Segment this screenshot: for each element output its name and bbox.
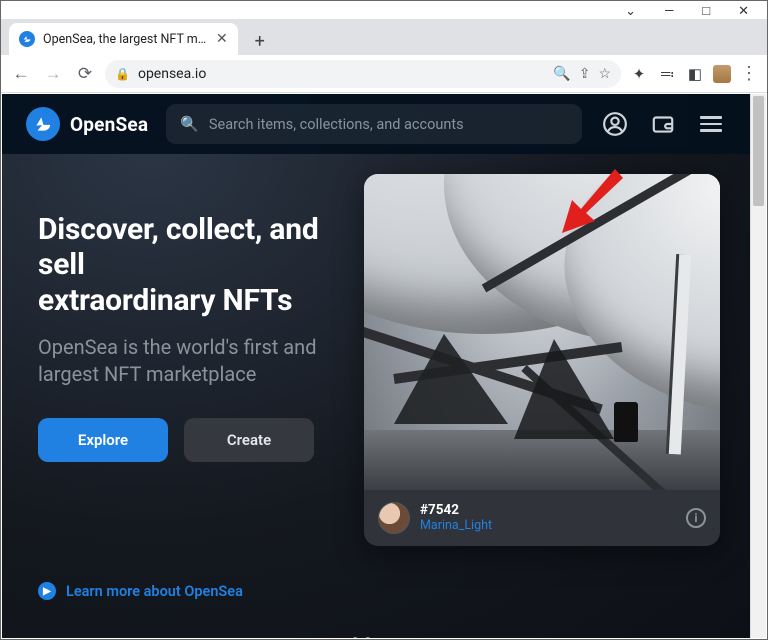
share-icon[interactable]: ⇪ bbox=[579, 66, 591, 82]
learn-more-link[interactable]: ▶ Learn more about OpenSea bbox=[38, 582, 358, 600]
scrollbar-thumb[interactable] bbox=[753, 96, 764, 206]
nft-creator-link[interactable]: Marina_Light bbox=[420, 519, 492, 533]
chrome-chevron-icon[interactable]: ⌄ bbox=[625, 4, 636, 19]
featured-nft-card[interactable]: #7542 Marina_Light i bbox=[364, 174, 720, 546]
bookmark-star-icon[interactable]: ☆ bbox=[598, 66, 611, 82]
browser-toolbar: ← → ⟳ 🔒 opensea.io 🔍 ⇪ ☆ ✦ ≕ ◧ ⋮ bbox=[1, 55, 767, 93]
hero-subtitle: OpenSea is the world's first and largest… bbox=[38, 334, 358, 388]
window-close-button[interactable]: ✕ bbox=[738, 4, 749, 19]
menu-button[interactable] bbox=[696, 116, 726, 132]
search-icon: 🔍 bbox=[180, 115, 199, 133]
new-tab-button[interactable]: + bbox=[246, 27, 274, 55]
window-maximize-button[interactable]: □ bbox=[702, 3, 710, 19]
featured-nft-image bbox=[364, 174, 720, 490]
hero-title: Discover, collect, and sell extraordinar… bbox=[38, 212, 358, 318]
vertical-scrollbar[interactable] bbox=[750, 94, 766, 638]
tab-strip: OpenSea, the largest NFT marketplace ✕ + bbox=[1, 19, 767, 55]
side-panel-icon[interactable]: ◧ bbox=[685, 65, 705, 83]
page-content: OpenSea 🔍 Search items, collections, and… bbox=[2, 94, 750, 638]
lock-icon: 🔒 bbox=[115, 67, 130, 81]
reload-button[interactable]: ⟳ bbox=[73, 64, 97, 84]
nft-token-id: #7542 bbox=[420, 503, 492, 519]
wallet-icon[interactable] bbox=[648, 111, 678, 137]
opensea-favicon-icon bbox=[19, 31, 35, 47]
brand-name: OpenSea bbox=[70, 113, 148, 136]
reading-list-icon[interactable]: ≕ bbox=[657, 65, 677, 83]
opensea-logo-icon bbox=[26, 107, 60, 141]
info-icon[interactable]: i bbox=[686, 508, 706, 528]
browser-tab[interactable]: OpenSea, the largest NFT marketplace ✕ bbox=[9, 23, 238, 55]
window-minimize-button[interactable]: ― bbox=[664, 4, 674, 19]
create-button[interactable]: Create bbox=[184, 418, 314, 462]
chrome-menu-button[interactable]: ⋮ bbox=[739, 63, 759, 84]
tab-title: OpenSea, the largest NFT marketplace bbox=[43, 32, 208, 47]
search-placeholder: Search items, collections, and accounts bbox=[209, 116, 464, 133]
url-text: opensea.io bbox=[138, 66, 545, 82]
hamburger-icon bbox=[700, 116, 722, 132]
play-icon: ▶ bbox=[38, 582, 56, 600]
forward-button[interactable]: → bbox=[41, 64, 65, 84]
brand[interactable]: OpenSea bbox=[26, 107, 148, 141]
notable-drops-heading: Notable Drops bbox=[2, 634, 750, 638]
back-button[interactable]: ← bbox=[9, 64, 33, 84]
site-search[interactable]: 🔍 Search items, collections, and account… bbox=[166, 104, 582, 144]
explore-button[interactable]: Explore bbox=[38, 418, 168, 462]
account-icon[interactable] bbox=[600, 111, 630, 137]
extensions-icon[interactable]: ✦ bbox=[629, 65, 649, 83]
creator-avatar[interactable] bbox=[378, 502, 410, 534]
search-in-page-icon[interactable]: 🔍 bbox=[553, 66, 570, 82]
address-bar[interactable]: 🔒 opensea.io 🔍 ⇪ ☆ bbox=[105, 60, 621, 88]
profile-avatar-icon[interactable] bbox=[713, 65, 731, 83]
site-header: OpenSea 🔍 Search items, collections, and… bbox=[2, 94, 750, 154]
tab-close-icon[interactable]: ✕ bbox=[216, 31, 228, 47]
